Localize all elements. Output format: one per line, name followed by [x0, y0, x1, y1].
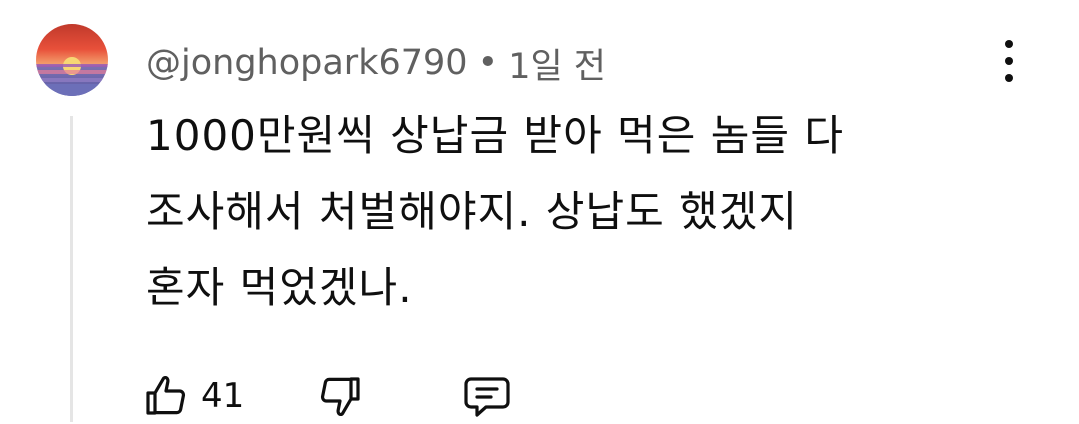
- thumbs-down-icon: [320, 377, 360, 417]
- avatar-image: [36, 24, 108, 96]
- reply-comment-icon: [464, 377, 510, 417]
- more-dot: [1005, 74, 1013, 82]
- comment-time[interactable]: 1일 전: [508, 38, 606, 89]
- comment-text: 1000만원씩 상납금 받아 먹은 놈들 다 조사해서 처벌해야지. 상납도 했…: [146, 98, 1046, 326]
- like-button[interactable]: 41: [143, 368, 244, 424]
- more-vertical-icon[interactable]: [994, 40, 1024, 82]
- like-count: 41: [201, 376, 245, 416]
- dislike-button[interactable]: [315, 368, 363, 424]
- comment-line: 혼자 먹었겠나.: [146, 263, 413, 312]
- comment-line: 조사해서 처벌해야지. 상납도 했겠지: [146, 187, 799, 236]
- more-dot: [1005, 57, 1013, 65]
- author-handle[interactable]: @jonghopark6790: [146, 43, 468, 83]
- comment-line: 1000만원씩 상납금 받아 먹은 놈들 다: [146, 111, 844, 160]
- meta-separator: •: [477, 43, 499, 83]
- more-dot: [1005, 40, 1013, 48]
- comment-header: @jonghopark6790 • 1일 전: [146, 38, 606, 88]
- comment-actions: 41: [143, 368, 543, 424]
- avatar[interactable]: [36, 24, 108, 96]
- reply-button[interactable]: [461, 368, 513, 424]
- thumbs-up-icon: [146, 375, 186, 415]
- thread-line: [70, 116, 73, 422]
